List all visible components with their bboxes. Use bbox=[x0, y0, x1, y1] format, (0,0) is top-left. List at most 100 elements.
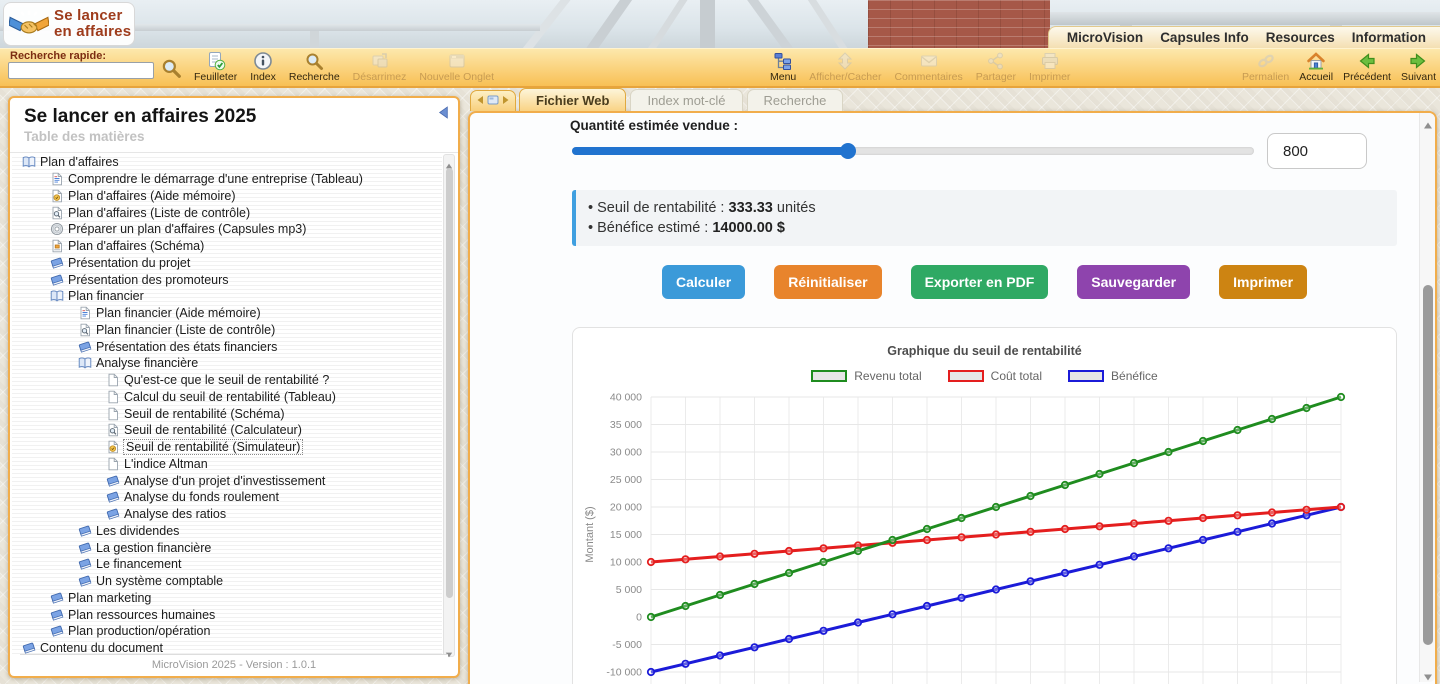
toolbar-button-desarrimez: Désarrimez bbox=[353, 51, 407, 83]
toc-item[interactable]: Seuil de rentabilité (Calculateur) bbox=[12, 422, 442, 439]
tab-list-icon[interactable] bbox=[487, 92, 499, 110]
toc-item[interactable]: Analyse d'un projet d'investissement bbox=[12, 472, 442, 489]
reinitialiser-button[interactable]: Réinitialiser bbox=[774, 265, 881, 299]
app-logo-text: Se lancer en affaires bbox=[54, 8, 131, 40]
toolbar-button-index[interactable]: Index bbox=[250, 51, 276, 83]
toc-item[interactable]: Les dividendes bbox=[12, 523, 442, 540]
toc-item[interactable]: Plan marketing bbox=[12, 590, 442, 607]
app-logo: Se lancer en affaires bbox=[3, 2, 135, 46]
toc-item[interactable]: Plan financier bbox=[12, 288, 442, 305]
content-scrollbar-thumb[interactable] bbox=[1423, 285, 1433, 645]
toolbar-button-suivant[interactable]: Suivant bbox=[1401, 51, 1436, 83]
result-bullet: • bbox=[588, 220, 597, 236]
toc-item[interactable]: Analyse des ratios bbox=[12, 506, 442, 523]
toc-item-label: Plan financier (Aide mémoire) bbox=[96, 306, 261, 320]
toc-item-label: Le financement bbox=[96, 557, 181, 571]
toolbar-group-view: Menu Afficher/Cacher Commentaires Partager I… bbox=[770, 51, 1070, 83]
result-bullet: • bbox=[588, 200, 597, 216]
toc-item[interactable]: Présentation du projet bbox=[12, 255, 442, 272]
toc-item-label: L'indice Altman bbox=[124, 457, 208, 471]
microvision-app: Se lancer en affaires MicroVision Capsule… bbox=[0, 0, 1440, 684]
tab-fichier-web[interactable]: Fichier Web bbox=[519, 88, 626, 111]
toolbar-button-afficher-cacher: Afficher/Cacher bbox=[809, 51, 881, 83]
toc-item-label: Présentation du projet bbox=[68, 256, 190, 270]
scroll-down-icon[interactable] bbox=[445, 646, 453, 654]
toc-item[interactable]: Présentation des promoteurs bbox=[12, 271, 442, 288]
tab-index-mot-cle[interactable]: Index mot-clé bbox=[630, 89, 742, 111]
toc-item[interactable]: Plan financier (Aide mémoire) bbox=[12, 305, 442, 322]
scroll-up-icon[interactable] bbox=[1423, 117, 1433, 126]
toc-scrollbar-thumb[interactable] bbox=[446, 168, 453, 598]
document-search-icon bbox=[50, 206, 64, 220]
toolbar-button-precedent[interactable]: Précédent bbox=[1343, 51, 1391, 83]
sidebar-version-text: MicroVision 2025 - Version : 1.0.1 bbox=[20, 654, 448, 676]
collapse-sidebar-icon[interactable] bbox=[438, 106, 449, 119]
menu-item-resources[interactable]: Resources bbox=[1266, 30, 1335, 45]
header-photo-decoration bbox=[1050, 12, 1440, 25]
toc-item-label: Analyse financière bbox=[96, 356, 198, 370]
toc-item[interactable]: Plan ressources humaines bbox=[12, 606, 442, 623]
scroll-down-icon[interactable] bbox=[1423, 669, 1433, 678]
toc-item[interactable]: Préparer un plan d'affaires (Capsules mp… bbox=[12, 221, 442, 238]
exporter-en-pdf-button[interactable]: Exporter en PDF bbox=[911, 265, 1049, 299]
quick-search-input[interactable] bbox=[8, 62, 154, 79]
toc-item[interactable]: Plan financier (Liste de contrôle) bbox=[12, 322, 442, 339]
toc-item[interactable]: Le financement bbox=[12, 556, 442, 573]
header-photo-decoration bbox=[310, 31, 319, 48]
toc-item[interactable]: Analyse du fonds roulement bbox=[12, 489, 442, 506]
toolbar-button-feuilleter[interactable]: Feuilleter bbox=[194, 51, 237, 83]
sidebar-divider bbox=[10, 152, 458, 153]
tab-scroll-left-icon[interactable] bbox=[476, 92, 484, 110]
toc-item[interactable]: Seuil de rentabilité (Simulateur) bbox=[12, 439, 442, 456]
toolbar-button-label: Menu bbox=[770, 71, 796, 83]
toc-item[interactable]: Analyse financière bbox=[12, 355, 442, 372]
toc-item[interactable]: Comprendre le démarrage d'une entreprise… bbox=[12, 171, 442, 188]
content-panel: Quantité estimée vendue : • Seuil de ren… bbox=[468, 111, 1437, 684]
tab-recherche[interactable]: Recherche bbox=[747, 89, 844, 111]
audio-icon bbox=[50, 222, 64, 236]
toc-item[interactable]: Plan d'affaires (Liste de contrôle) bbox=[12, 204, 442, 221]
toolbar-button-accueil[interactable]: Accueil bbox=[1299, 51, 1333, 83]
toc-scrollbar[interactable] bbox=[443, 154, 455, 657]
header-photo-decoration bbox=[801, 0, 861, 48]
menu-item-microvision[interactable]: MicroVision bbox=[1067, 30, 1143, 45]
document-table-icon bbox=[78, 306, 92, 320]
slider-thumb[interactable] bbox=[840, 143, 856, 159]
result-value: 333.33 bbox=[729, 200, 773, 216]
toc-item[interactable]: Calcul du seuil de rentabilité (Tableau) bbox=[12, 389, 442, 406]
header-photo-decoration bbox=[572, 0, 638, 48]
tab-scroller[interactable] bbox=[470, 90, 516, 111]
quick-search-icon[interactable] bbox=[160, 57, 182, 79]
toc-item[interactable]: Seuil de rentabilité (Schéma) bbox=[12, 405, 442, 422]
toolbar-button-label: Imprimer bbox=[1029, 71, 1070, 83]
sauvegarder-button[interactable]: Sauvegarder bbox=[1077, 265, 1190, 299]
tab-scroll-right-icon[interactable] bbox=[502, 92, 510, 110]
toc-item[interactable]: La gestion financière bbox=[12, 539, 442, 556]
toc-item[interactable]: Plan production/opération bbox=[12, 623, 442, 640]
toc-item[interactable]: Plan d'affaires (Schéma) bbox=[12, 238, 442, 255]
imprimer-button[interactable]: Imprimer bbox=[1219, 265, 1307, 299]
toc-item[interactable]: L'indice Altman bbox=[12, 456, 442, 473]
toc-item[interactable]: Un système comptable bbox=[12, 573, 442, 590]
toc-item[interactable]: Plan d'affaires bbox=[12, 154, 442, 171]
toolbar-button-nouvelle-onglet: Nouvelle Onglet bbox=[419, 51, 494, 83]
menu-item-information[interactable]: Information bbox=[1352, 30, 1426, 45]
blue-book-icon bbox=[50, 608, 64, 622]
toolbar-button-partager: Partager bbox=[976, 51, 1016, 83]
quantity-input[interactable] bbox=[1267, 133, 1367, 169]
blue-book-icon bbox=[78, 557, 92, 571]
toc-item[interactable]: Qu'est-ce que le seuil de rentabilité ? bbox=[12, 372, 442, 389]
toolbar-button-menu[interactable]: Menu bbox=[770, 51, 796, 83]
toolbar-button-label: Désarrimez bbox=[353, 71, 407, 83]
scroll-up-icon[interactable] bbox=[445, 157, 453, 165]
toc-item[interactable]: Plan d'affaires (Aide mémoire) bbox=[12, 188, 442, 205]
sidebar: Se lancer en affaires 2025 Table des mat… bbox=[8, 96, 460, 678]
toc-item[interactable]: Présentation des états financiers bbox=[12, 338, 442, 355]
quantity-slider[interactable] bbox=[572, 142, 1254, 160]
content-scrollbar[interactable] bbox=[1419, 113, 1435, 682]
toolbar-button-recherche[interactable]: Recherche bbox=[289, 51, 340, 83]
toolbar-button-commentaires: Commentaires bbox=[894, 51, 962, 83]
calculer-button[interactable]: Calculer bbox=[662, 265, 745, 299]
menu-item-capsules-info[interactable]: Capsules Info bbox=[1160, 30, 1249, 45]
svg-text:40 000: 40 000 bbox=[610, 392, 642, 404]
